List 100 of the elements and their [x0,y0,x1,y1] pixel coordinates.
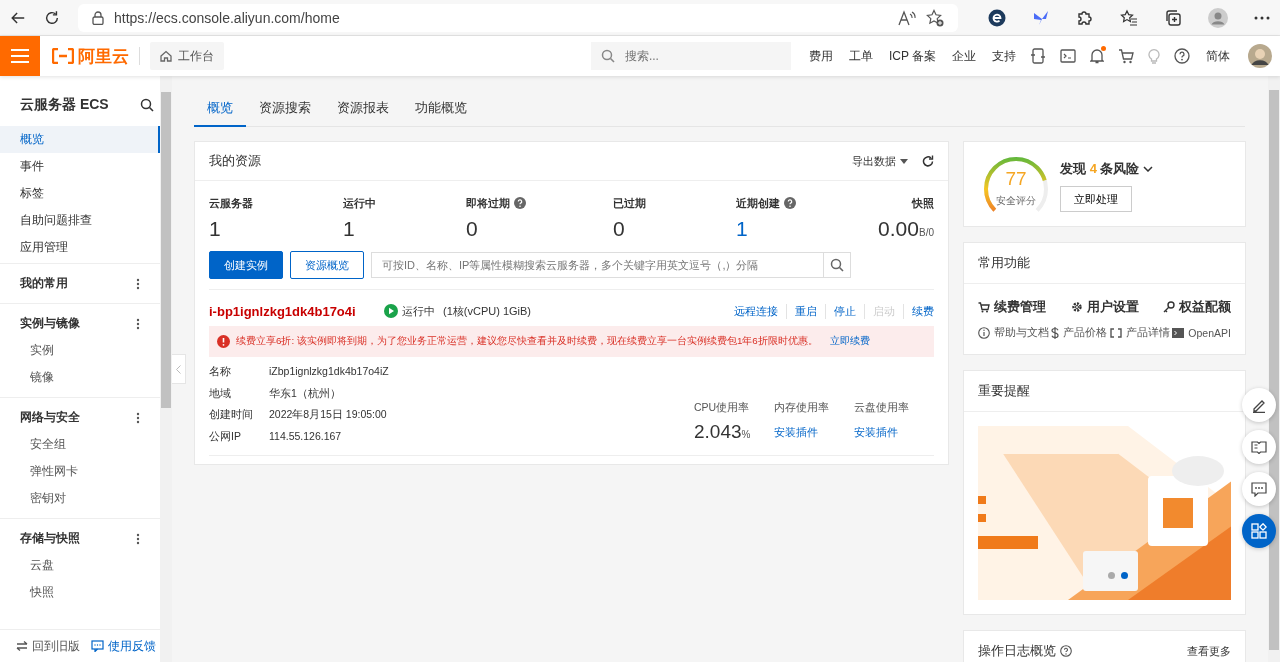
address-bar[interactable]: https://ecs.console.aliyun.com/home [78,3,958,32]
feedback-link[interactable]: 使用反馈 [91,637,156,655]
collapse-handle[interactable] [172,354,186,384]
caret-icon [900,158,908,164]
function-link[interactable]: 产品价格 [1051,326,1108,340]
refresh-icon[interactable] [922,155,934,167]
header-link[interactable]: 支持 [992,47,1016,65]
sidebar-item[interactable]: 快照 [0,579,160,606]
more-icon[interactable] [136,532,140,545]
function-link[interactable]: 用户设置 [1070,298,1139,316]
view-more-link[interactable]: 查看更多 [1187,643,1231,659]
instance-action-link[interactable]: 远程连接 [726,303,786,319]
function-link[interactable]: 帮助与文档 [978,326,1049,340]
sidebar-item[interactable]: 密钥对 [0,485,160,512]
search-field[interactable]: 搜索... [622,48,777,64]
sidebar-item[interactable]: 概览 [0,126,160,153]
alert-text: 续费立享6折: 该实例即将到期，为了您业务正常运营，建议您尽快查看并及时续费，现在续费立享一台实例续费包1年6折限时优惠。 [236,335,818,348]
collections-icon[interactable] [1164,8,1182,27]
card-title: 我的资源 [209,152,262,170]
sidebar-item[interactable]: 安全组 [0,431,160,458]
sidebar-item[interactable]: 事件 [0,153,160,180]
sidebar-group-title[interactable]: 网络与安全 [20,409,80,426]
install-plugin-link[interactable]: 安装插件 [854,419,934,445]
more-icon[interactable] [136,317,140,330]
sidebar-group-title[interactable]: 存储与快照 [20,530,80,547]
sidebar-group-title[interactable]: 实例与镜像 [20,315,80,332]
key-icon [1163,301,1175,313]
detail-label: 公网IP [209,428,242,444]
cart-icon [978,301,990,313]
instance-action-link[interactable]: 重启 [786,303,825,319]
terminal-icon[interactable] [1060,49,1076,63]
card-title: 常用功能 [978,254,1030,272]
sidebar-item[interactable]: 云盘 [0,552,160,579]
old-version-link[interactable]: 回到旧版 [16,637,80,655]
tab[interactable]: 概览 [194,90,246,127]
menu-button[interactable] [0,36,40,76]
function-link[interactable]: OpenAPI [1172,326,1231,340]
stat-label: 已过期 [613,195,646,211]
scrollbar[interactable] [1268,76,1280,662]
scrollbar[interactable] [160,76,172,662]
carousel-dot[interactable] [1108,572,1115,579]
help-icon[interactable] [1060,645,1072,657]
reload-icon[interactable] [44,8,60,27]
handle-now-button[interactable]: 立即处理 [1060,186,1132,212]
chevron-down-icon[interactable] [1143,166,1154,172]
security-score: 77 [1004,168,1028,190]
terminal-icon [1172,328,1185,338]
language-link[interactable]: 简体 [1206,47,1230,65]
stat-value[interactable]: 1 [736,217,879,241]
profile-icon[interactable] [1208,7,1228,28]
header-link[interactable]: ICP 备案 [888,47,936,65]
favorites-icon[interactable] [1120,8,1138,27]
instance-action-link[interactable]: 停止 [825,303,864,319]
api-icon[interactable] [1030,48,1046,64]
sidebar-item[interactable]: 应用管理 [0,234,160,261]
read-aloud-icon[interactable] [898,9,916,26]
status-text: 运行中 [402,303,435,319]
stat-label: 快照 [912,195,934,211]
help-icon[interactable] [1174,48,1190,64]
detail-value: iZbp1ignlzkg1dk4b17o4iZ [269,364,389,379]
stat-value: 1 [209,217,222,241]
sidebar-item[interactable]: 标签 [0,180,160,207]
more-icon[interactable] [136,277,140,290]
risk-summary[interactable]: 发现 4 条风险 [1060,160,1140,178]
function-link[interactable]: 产品详情 [1109,326,1170,340]
extension-e-icon[interactable] [988,8,1006,27]
instance-id[interactable]: i-bp1ignlzkg1dk4b17o4i [209,303,384,319]
instance-action-link[interactable]: 续费 [903,303,934,319]
header-link[interactable]: 费用 [808,47,833,65]
tab[interactable]: 资源报表 [324,90,402,127]
header-link[interactable]: 企业 [952,47,976,65]
chat-icon [1251,481,1267,497]
sidebar-item[interactable]: 自助问题排查 [0,207,160,234]
tab[interactable]: 资源搜索 [246,90,324,127]
search-bar[interactable]: 搜索... [590,42,791,70]
function-link[interactable]: 权益配额 [1163,298,1231,316]
function-link[interactable]: 续费管理 [978,298,1046,316]
renew-link[interactable]: 立即续费 [829,335,870,348]
search-icon [830,258,844,272]
sidebar-item[interactable]: 弹性网卡 [0,458,160,485]
cart-icon[interactable] [1118,48,1134,64]
export-dropdown[interactable]: 导出数据 [852,153,908,169]
avatar-icon[interactable] [1248,44,1272,68]
help-icon [514,197,526,209]
carousel-dot[interactable] [1121,572,1128,579]
sidebar-item[interactable]: 实例 [0,337,160,364]
bracket-icon [1109,328,1122,338]
header-link[interactable]: 工单 [848,47,873,65]
tab[interactable]: 功能概览 [402,90,480,127]
favorite-add-icon[interactable] [926,8,944,27]
sidebar-item[interactable]: 镜像 [0,364,160,391]
workbench-button[interactable]: 工作台 [150,42,224,70]
puzzle-icon[interactable] [1076,8,1094,27]
install-plugin-link[interactable]: 安装插件 [774,419,854,445]
more-icon[interactable] [1254,15,1270,20]
bell-icon[interactable] [1090,48,1104,64]
create-instance-button[interactable]: 创建实例 [209,251,283,279]
sidebar-group-title[interactable]: 我的常用 [20,275,68,292]
resource-overview-button[interactable]: 资源概览 [290,251,364,279]
more-icon[interactable] [136,411,140,424]
